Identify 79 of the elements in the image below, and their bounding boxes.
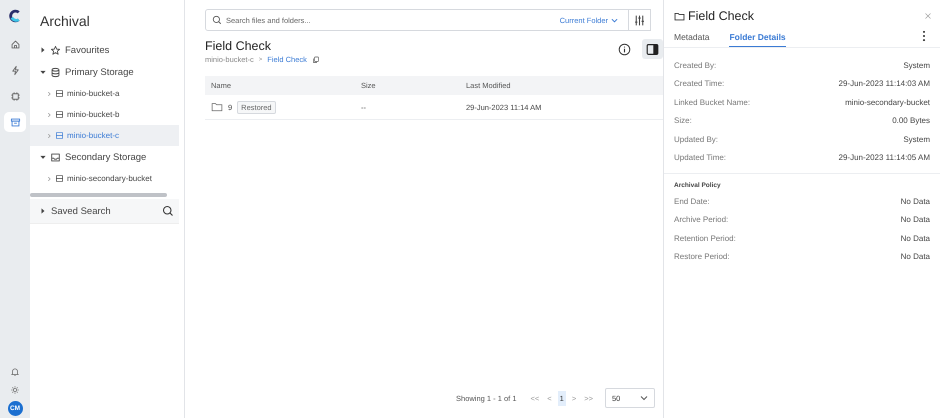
scrollbar[interactable]	[30, 193, 167, 197]
field-value: 29-Jun-2023 11:14:05 AM	[838, 153, 930, 162]
nav-item[interactable]	[4, 112, 26, 132]
folder-icon	[674, 10, 685, 22]
sidebar-panel-icon	[646, 42, 659, 56]
tree-item[interactable]: Primary Storage	[30, 61, 179, 83]
close-icon[interactable]	[924, 12, 932, 20]
database-icon	[50, 66, 61, 78]
tree-label: minio-secondary-bucket	[67, 174, 152, 183]
settings-icon[interactable]	[10, 385, 20, 395]
tree-label: minio-bucket-a	[67, 89, 120, 98]
caret-icon	[46, 132, 52, 138]
caret-icon	[46, 176, 52, 182]
panel-toggle-button[interactable]	[642, 39, 663, 59]
tree-label: Primary Storage	[65, 66, 134, 78]
tree-label: minio-bucket-b	[67, 110, 120, 119]
sliders-icon	[633, 14, 646, 26]
tree-item[interactable]: minio-secondary-bucket	[30, 168, 179, 189]
caret-icon	[40, 154, 46, 160]
tree-item[interactable]: Secondary Storage	[30, 146, 179, 168]
tree-label: Favourites	[65, 44, 110, 56]
search-icon	[212, 15, 222, 25]
field-label: Created By:	[674, 60, 716, 70]
field-label: Updated Time:	[674, 153, 726, 162]
logo-icon	[8, 8, 22, 24]
tree-item[interactable]: Favourites	[30, 39, 179, 61]
field-value: 0.00 Bytes	[892, 116, 930, 126]
tree-label: minio-bucket-c	[67, 131, 120, 140]
chip-icon	[10, 90, 20, 102]
drive-icon	[55, 110, 64, 119]
field-label: End Date:	[674, 196, 710, 206]
archive-icon	[10, 116, 20, 128]
tree-item[interactable]: minio-bucket-b	[30, 104, 179, 125]
chevron-down-icon	[611, 16, 618, 24]
page-title: Field Check	[205, 39, 272, 53]
panel-title: Field Check	[688, 9, 755, 23]
field-label: Size:	[674, 116, 692, 126]
field-value: No Data	[900, 196, 930, 206]
saved-search-bar[interactable]: Saved Search	[30, 199, 179, 224]
drive-icon	[55, 131, 64, 140]
caret-icon	[40, 47, 46, 53]
tree-label: Secondary Storage	[65, 152, 146, 162]
drive-icon	[55, 174, 64, 183]
field-label: Linked Bucket Name:	[674, 98, 750, 107]
caret-icon	[46, 90, 52, 96]
field-value: minio-secondary-bucket	[845, 98, 930, 107]
folder-icon	[211, 101, 223, 113]
star-icon	[50, 44, 61, 56]
copy-icon[interactable]	[312, 56, 320, 64]
field-label: Restore Period:	[674, 252, 730, 262]
info-icon[interactable]	[618, 42, 631, 56]
tab[interactable]: Metadata	[674, 29, 716, 47]
chevron-down-icon	[640, 394, 648, 402]
field-label: Retention Period:	[674, 234, 736, 243]
field-value: No Data	[900, 215, 930, 224]
caret-icon	[40, 208, 46, 214]
field-value: System	[903, 134, 930, 144]
field-label: Updated By:	[674, 134, 718, 144]
caret-icon	[46, 112, 52, 118]
home-icon	[10, 38, 20, 50]
search-icon[interactable]	[162, 205, 174, 217]
sidebar-title: Archival	[40, 13, 91, 29]
more-icon[interactable]	[922, 30, 926, 42]
drive-icon	[50, 152, 61, 162]
lightning-icon	[10, 64, 20, 76]
tree-item[interactable]: minio-bucket-a	[30, 83, 179, 104]
field-label: Archive Period:	[674, 215, 728, 224]
field-label: Created Time:	[674, 79, 724, 88]
tab[interactable]: Folder Details	[729, 29, 786, 47]
tree-item[interactable]: minio-bucket-c	[30, 125, 179, 146]
drive-icon	[55, 89, 64, 98]
field-value: 29-Jun-2023 11:14:03 AM	[838, 79, 930, 88]
field-value: System	[903, 60, 930, 70]
caret-icon	[40, 69, 46, 75]
bell-icon[interactable]	[10, 367, 20, 377]
filter-button[interactable]	[629, 9, 651, 31]
field-value: No Data	[900, 234, 930, 243]
saved-search-label: Saved Search	[51, 206, 112, 216]
field-value: No Data	[900, 252, 930, 262]
